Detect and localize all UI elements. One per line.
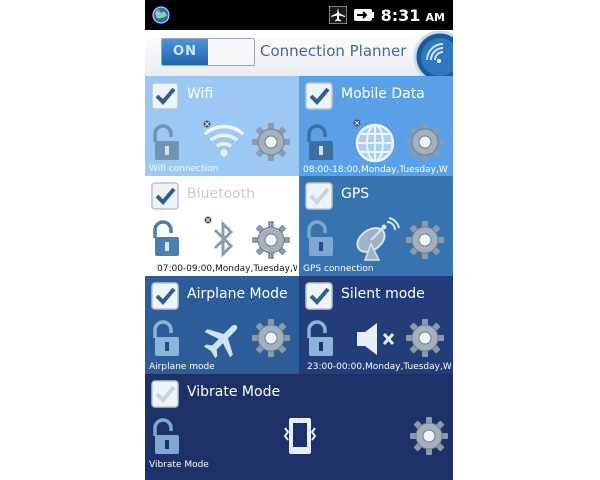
silent-mode-checkbox[interactable] — [305, 282, 333, 310]
tile-schedule: 07:00-09:00,Monday,Tuesday,W — [157, 264, 297, 274]
settings-gear-icon[interactable] — [409, 416, 449, 456]
globe-grid-icon — [353, 119, 395, 163]
globe-icon — [152, 6, 170, 24]
app-header: ON Connection Planner — [145, 30, 453, 84]
tile-schedule: Vibrate Mode — [149, 460, 209, 470]
tile-airplane-mode[interactable]: Airplane Mode Airplane mode — [145, 276, 299, 374]
airplane-icon — [203, 324, 238, 359]
gps-checkbox[interactable] — [305, 182, 333, 210]
tile-schedule: GPS connection — [303, 264, 374, 274]
tile-wifi[interactable]: Wifi Wifi connection — [145, 76, 299, 176]
tile-bluetooth[interactable]: Bluetooth 07:00-09:00,Monday,Tuesday,W — [145, 176, 299, 276]
mobile-data-checkbox[interactable] — [305, 82, 333, 110]
tile-mobile-data[interactable]: Mobile Data 08:00-18:00,Monday,Tuesday,W — [299, 76, 453, 176]
settings-gear-icon[interactable] — [405, 220, 445, 260]
vibrate-mode-checkbox[interactable] — [151, 380, 179, 408]
unlock-icon[interactable] — [149, 124, 185, 162]
tile-schedule: Wifi connection — [149, 164, 219, 174]
settings-gear-icon[interactable] — [251, 220, 291, 260]
unlock-icon[interactable] — [149, 320, 185, 358]
clock-time: 8:31 — [380, 5, 421, 25]
tile-gps[interactable]: GPS GPS connection — [299, 176, 453, 276]
tile-label: Mobile Data — [341, 86, 425, 102]
page-title: Connection Planner — [260, 42, 407, 60]
master-toggle[interactable]: ON — [161, 38, 255, 66]
tile-silent-mode[interactable]: Silent mode 23:00-00:00,Monday,Tuesday,W — [299, 276, 453, 374]
speaker-muted-icon — [357, 323, 395, 355]
settings-gear-icon[interactable] — [405, 318, 445, 358]
toggle-off-side — [210, 39, 254, 65]
satellite-dish-icon — [356, 217, 400, 261]
tile-label: Bluetooth — [187, 186, 255, 202]
wifi-icon — [203, 120, 245, 157]
unlock-icon[interactable] — [303, 124, 339, 162]
battery-icon — [353, 9, 374, 21]
toggle-on-label: ON — [162, 39, 208, 65]
settings-gear-icon[interactable] — [405, 122, 445, 162]
tile-label: Wifi — [187, 86, 214, 102]
wifi-checkbox[interactable] — [151, 82, 179, 110]
tile-label: Airplane Mode — [187, 286, 288, 302]
unlock-icon[interactable] — [149, 220, 185, 258]
unlock-icon[interactable] — [303, 320, 339, 358]
tile-label: Vibrate Mode — [187, 384, 281, 400]
bluetooth-checkbox[interactable] — [151, 182, 179, 210]
tile-schedule: 08:00-18:00,Monday,Tuesday,W — [303, 165, 448, 175]
tile-schedule: Airplane mode — [149, 362, 215, 372]
clock-period: AM — [425, 10, 445, 24]
bluetooth-icon — [204, 216, 234, 258]
airplane-mode-checkbox[interactable] — [151, 282, 179, 310]
vibrate-phone-icon — [283, 418, 317, 454]
settings-gear-icon[interactable] — [251, 318, 291, 358]
tile-schedule: 23:00-00:00,Monday,Tuesday,W — [307, 362, 451, 372]
tile-vibrate-mode[interactable]: Vibrate Mode Vibrate Mode — [145, 374, 453, 480]
status-bar: 8:31 AM — [145, 0, 453, 30]
settings-gear-icon[interactable] — [251, 122, 291, 162]
airplane-icon — [328, 6, 347, 24]
phone-screen: 8:31 AM ON Connection Planner Wifi Wifi … — [145, 0, 453, 480]
tile-label: Silent mode — [341, 286, 425, 302]
unlock-icon[interactable] — [149, 418, 185, 456]
tile-label: GPS — [341, 186, 370, 202]
unlock-icon[interactable] — [303, 220, 339, 258]
